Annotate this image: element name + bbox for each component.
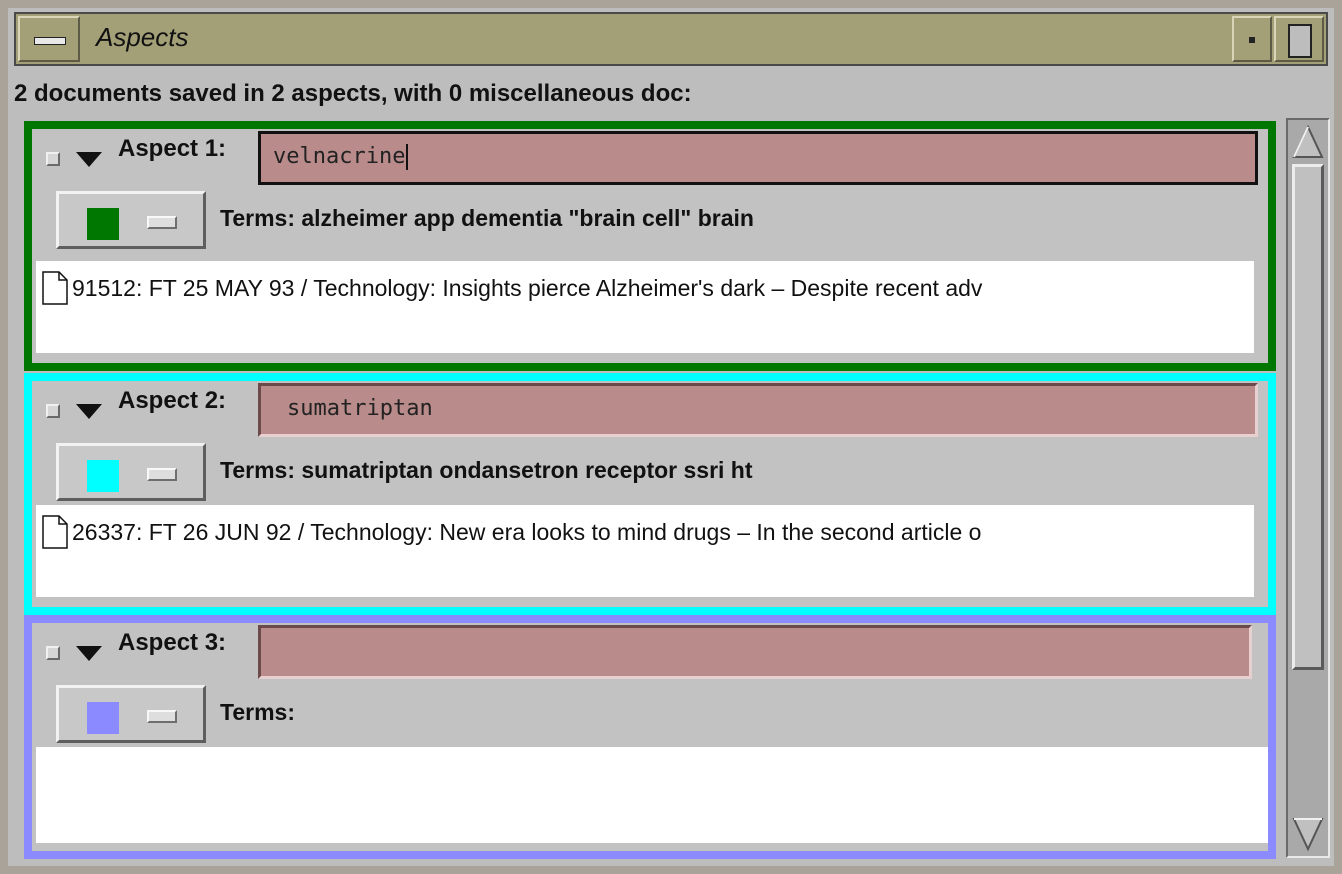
aspect-select-checkbox[interactable] xyxy=(46,646,60,660)
triangle-down-icon[interactable] xyxy=(76,152,102,167)
maximize-button[interactable] xyxy=(1274,16,1324,62)
document-title: 91512: FT 25 MAY 93 / Technology: Insigh… xyxy=(72,275,983,301)
minimize-icon xyxy=(1249,37,1255,43)
document-row[interactable]: 91512: FT 25 MAY 93 / Technology: Insigh… xyxy=(42,271,1254,307)
aspect-terms: Terms: sumatriptan ondansetron receptor … xyxy=(220,457,753,483)
aspect-color-button[interactable] xyxy=(56,191,206,249)
aspect-label: Aspect 3: xyxy=(118,629,227,656)
window-menu-icon xyxy=(34,37,66,45)
aspect-select-checkbox[interactable] xyxy=(46,404,60,418)
option-menu-indicator-icon xyxy=(147,468,177,481)
aspect-terms: Terms: xyxy=(220,699,295,725)
aspect-panel-1: Aspect 1: velnacrine Terms: alzheimer ap… xyxy=(24,121,1276,371)
aspect-label: Aspect 1: xyxy=(118,135,227,162)
scrollbar-thumb[interactable] xyxy=(1292,164,1324,670)
aspect-query-input[interactable]: velnacrine xyxy=(258,131,1258,185)
document-row[interactable]: 26337: FT 26 JUN 92 / Technology: New er… xyxy=(42,515,1254,551)
window-title: Aspects xyxy=(96,22,189,52)
aspect-query-value: sumatriptan xyxy=(287,396,433,421)
document-list[interactable]: 91512: FT 25 MAY 93 / Technology: Insigh… xyxy=(36,261,1254,353)
text-cursor xyxy=(406,144,409,170)
aspect-color-button[interactable] xyxy=(56,443,206,501)
aspect-panel-2: Aspect 2: sumatriptan Terms: sumatriptan… xyxy=(24,373,1276,615)
aspect-color-button[interactable] xyxy=(56,685,206,743)
document-icon xyxy=(42,515,68,549)
document-icon xyxy=(42,271,68,305)
aspect-select-checkbox[interactable] xyxy=(46,152,60,166)
triangle-down-icon[interactable] xyxy=(76,404,102,419)
color-swatch xyxy=(87,460,119,492)
window-menu-button[interactable] xyxy=(18,16,80,62)
vertical-scrollbar[interactable] xyxy=(1286,118,1330,858)
aspect-panel-3: Aspect 3: Terms: xyxy=(24,615,1276,859)
option-menu-indicator-icon xyxy=(147,710,177,723)
maximize-icon xyxy=(1288,24,1312,58)
option-menu-indicator-icon xyxy=(147,216,177,229)
aspect-terms: Terms: alzheimer app dementia "brain cel… xyxy=(220,205,754,231)
scroll-down-arrow-icon[interactable] xyxy=(1292,816,1324,852)
document-list[interactable]: 26337: FT 26 JUN 92 / Technology: New er… xyxy=(36,505,1254,597)
aspect-query-input[interactable] xyxy=(258,625,1252,679)
document-list[interactable] xyxy=(36,747,1268,843)
status-text: 2 documents saved in 2 aspects, with 0 m… xyxy=(14,80,692,107)
color-swatch xyxy=(87,208,119,240)
aspect-label: Aspect 2: xyxy=(118,387,227,414)
title-bar[interactable]: Aspects xyxy=(14,12,1328,66)
color-swatch xyxy=(87,702,119,734)
scroll-up-arrow-icon[interactable] xyxy=(1292,124,1324,160)
aspect-query-input[interactable]: sumatriptan xyxy=(258,383,1258,437)
triangle-down-icon[interactable] xyxy=(76,646,102,661)
aspect-query-value: velnacrine xyxy=(273,144,406,169)
document-title: 26337: FT 26 JUN 92 / Technology: New er… xyxy=(72,519,982,545)
minimize-button[interactable] xyxy=(1232,16,1272,62)
